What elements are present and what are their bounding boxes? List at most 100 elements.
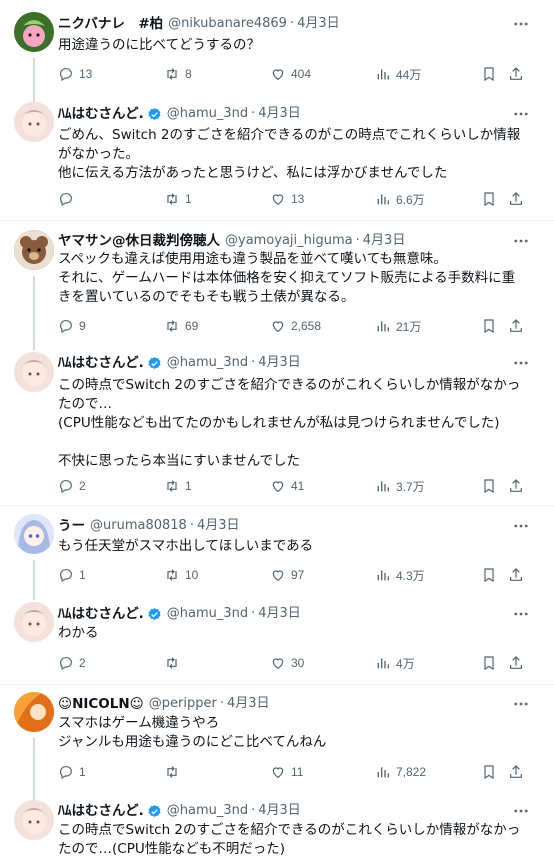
views-button[interactable]: 44万: [375, 64, 421, 84]
retweet-button[interactable]: 1: [164, 476, 192, 496]
share-button[interactable]: [508, 476, 529, 496]
user-handle[interactable]: @hamu_3nd: [167, 353, 248, 373]
more-dots-icon[interactable]: [512, 354, 530, 372]
like-button[interactable]: 30: [270, 653, 304, 673]
user-handle[interactable]: @uruma80818: [90, 516, 187, 536]
views-button[interactable]: 4.3万: [375, 565, 425, 585]
view-count: 21万: [396, 319, 422, 334]
bookmark-button[interactable]: [481, 476, 502, 496]
display-name[interactable]: うー: [58, 516, 85, 536]
display-name[interactable]: ヤマサン@休日裁判傍聴人: [58, 231, 220, 251]
reply-button[interactable]: 9: [58, 316, 86, 336]
more-dots-icon[interactable]: [512, 605, 530, 623]
timestamp[interactable]: 4月3日: [258, 801, 301, 821]
display-name[interactable]: ☺NICOLN☺: [58, 694, 144, 714]
like-button[interactable]: 41: [270, 476, 304, 496]
timestamp[interactable]: 4月3日: [258, 104, 301, 124]
thread-line: [33, 58, 35, 102]
tweet-header: ☺NICOLN☺ @peripper · 4月3日: [58, 694, 270, 714]
reply-icon: [60, 68, 72, 82]
reply-button[interactable]: 2: [58, 653, 86, 673]
tweet-text: もう任天堂がスマホ出してほしいまである: [58, 537, 538, 556]
user-handle[interactable]: @peripper: [149, 694, 217, 714]
retweet-button[interactable]: 1: [164, 189, 192, 209]
user-handle[interactable]: @yamoyaji_higuma: [225, 231, 353, 251]
user-handle[interactable]: @hamu_3nd: [167, 801, 248, 821]
user-handle[interactable]: @hamu_3nd: [167, 104, 248, 124]
retweet-icon: [167, 320, 177, 332]
share-button[interactable]: [508, 762, 529, 782]
reply-button[interactable]: 2: [58, 476, 86, 496]
bookmark-button[interactable]: [481, 189, 502, 209]
tweet-actions: 1 10 97 4.3万: [58, 565, 528, 585]
avatar[interactable]: [14, 800, 54, 840]
more-dots-icon[interactable]: [512, 517, 530, 535]
retweet-button[interactable]: 8: [164, 64, 192, 84]
timestamp[interactable]: 4月3日: [363, 231, 406, 251]
view-count: 4.3万: [396, 568, 425, 583]
timestamp[interactable]: 4月3日: [227, 694, 270, 714]
more-dots-icon[interactable]: [512, 15, 530, 33]
tweet-text: 用途違うのに比べてどうするの？: [58, 36, 538, 55]
like-button[interactable]: 13: [270, 189, 304, 209]
share-button[interactable]: [508, 189, 529, 209]
user-handle[interactable]: @nikubanare4869: [168, 14, 287, 34]
display-name[interactable]: ﾊﾑはむさんど.: [58, 104, 144, 124]
share-icon: [510, 319, 522, 332]
timestamp[interactable]: 4月3日: [258, 604, 301, 624]
like-button[interactable]: 2,658: [270, 316, 321, 336]
display-name[interactable]: ﾊﾑはむさんど.: [58, 801, 144, 821]
share-button[interactable]: [508, 653, 529, 673]
share-icon: [510, 656, 522, 669]
timestamp[interactable]: 4月3日: [197, 516, 240, 536]
bookmark-button[interactable]: [481, 653, 502, 673]
bookmark-button[interactable]: [481, 316, 502, 336]
like-count: 11: [291, 765, 304, 779]
bookmark-button[interactable]: [481, 565, 502, 585]
retweet-button[interactable]: [164, 762, 185, 782]
bookmark-icon: [484, 319, 494, 334]
share-button[interactable]: [508, 316, 529, 336]
avatar[interactable]: [14, 12, 54, 52]
like-button[interactable]: 11: [270, 762, 303, 782]
user-handle[interactable]: @hamu_3nd: [167, 604, 248, 624]
reply-button[interactable]: [58, 189, 79, 209]
timestamp[interactable]: 4月3日: [297, 14, 340, 34]
views-button[interactable]: 6.6万: [375, 189, 425, 209]
views-button[interactable]: 7,822: [375, 762, 426, 782]
retweet-button[interactable]: [164, 653, 185, 673]
retweet-button[interactable]: 10: [164, 565, 198, 585]
share-button[interactable]: [508, 565, 529, 585]
views-button[interactable]: 3.7万: [375, 476, 425, 496]
retweet-icon: [167, 657, 177, 669]
separator-dot: ·: [251, 106, 256, 121]
timestamp[interactable]: 4月3日: [258, 353, 301, 373]
avatar[interactable]: [14, 230, 54, 270]
reply-button[interactable]: 13: [58, 64, 92, 84]
display-name[interactable]: ﾊﾑはむさんど.: [58, 604, 144, 624]
like-button[interactable]: 97: [270, 565, 304, 585]
like-button[interactable]: 404: [270, 64, 311, 84]
more-dots-icon[interactable]: [512, 695, 530, 713]
more-dots-icon[interactable]: [512, 802, 530, 820]
views-button[interactable]: 4万: [375, 653, 415, 673]
reply-button[interactable]: 1: [58, 762, 86, 782]
views-button[interactable]: 21万: [375, 316, 421, 336]
tweet-text: スペックも違えば使用用途も違う製品を並べて嘆いても無意味。 それに、ゲームハード…: [58, 250, 538, 307]
reply-button[interactable]: 1: [58, 565, 86, 585]
display-name[interactable]: ﾊﾑはむさんど.: [58, 353, 144, 373]
more-dots-icon[interactable]: [512, 232, 530, 250]
retweet-button[interactable]: 69: [164, 316, 198, 336]
view-count: 44万: [396, 67, 422, 82]
bookmark-button[interactable]: [481, 762, 502, 782]
avatar[interactable]: [14, 352, 54, 392]
bookmark-button[interactable]: [481, 64, 502, 84]
avatar[interactable]: [14, 102, 54, 142]
share-button[interactable]: [508, 64, 529, 84]
more-dots-icon[interactable]: [512, 105, 530, 123]
tweet-text-line: 不快に思ったら本当にすいませんでした: [58, 453, 301, 469]
avatar[interactable]: [14, 602, 54, 642]
display-name[interactable]: ニクバナレ #柏: [58, 14, 163, 34]
avatar[interactable]: [14, 692, 54, 732]
avatar[interactable]: [14, 514, 54, 554]
